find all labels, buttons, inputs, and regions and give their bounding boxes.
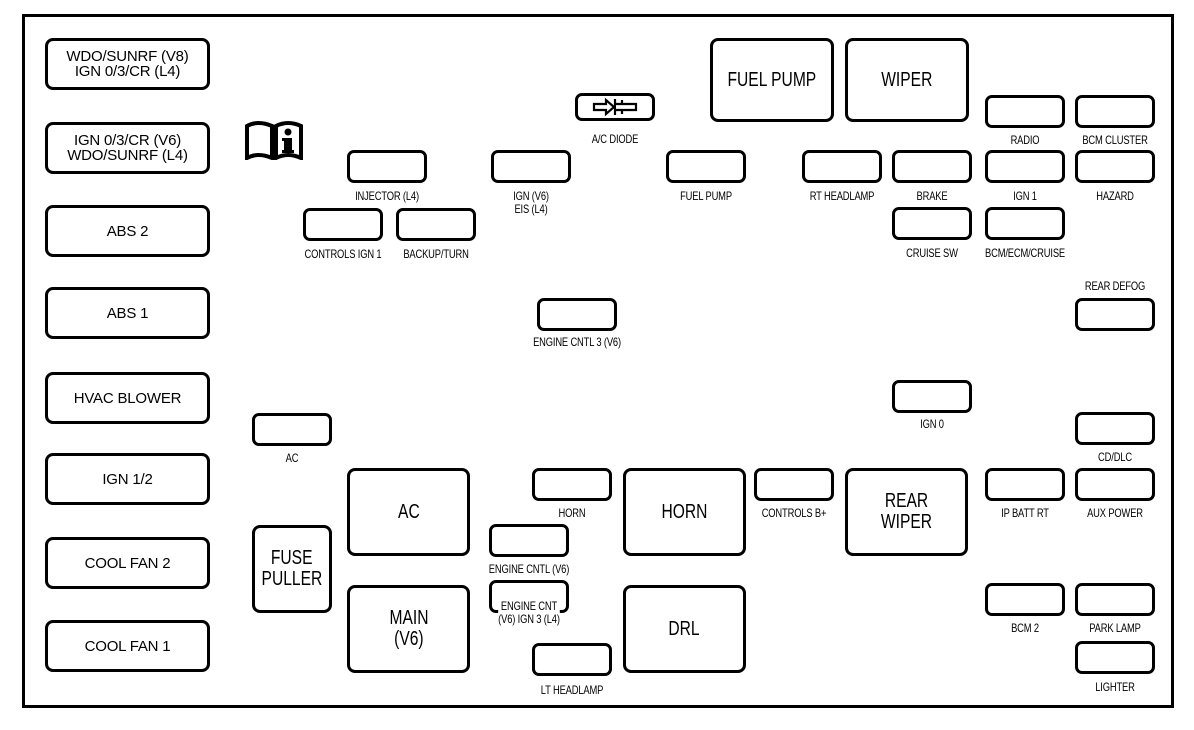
maxi-fuse-wdo-sunrf-v8[interactable]: WDO/SUNRF (V8) IGN 0/3/CR (L4) [45, 38, 210, 90]
mini-fuse-engine-cntl-3-v6[interactable] [537, 298, 617, 331]
mini-fuse-ac[interactable] [252, 413, 332, 446]
mini-fuse-label: CONTROLS IGN 1 [304, 247, 382, 261]
relay-ac[interactable]: AC [347, 468, 470, 556]
mini-fuse-label: IGN 1 [1013, 189, 1037, 203]
mini-fuse-backup-turn[interactable] [396, 208, 476, 241]
fuse-label: ABS 1 [106, 304, 149, 322]
mini-fuse-brake[interactable] [892, 150, 972, 183]
mini-fuse-bcm-cluster[interactable] [1075, 95, 1155, 128]
mini-fuse-aux-power[interactable] [1075, 468, 1155, 501]
diode-symbol-icon [592, 97, 638, 117]
mini-fuse-rt-headlamp[interactable] [802, 150, 882, 183]
mini-fuse-label: A/C DIODE [591, 132, 639, 146]
mini-fuse-label-line: (V6) IGN 3 (L4) [498, 612, 560, 626]
relay-label: AC [397, 500, 420, 523]
mini-fuse-label: RT HEADLAMP [809, 189, 875, 203]
maxi-fuse-abs-2[interactable]: ABS 2 [45, 205, 210, 257]
fuse-label-line: IGN 0/3/CR (L4) [74, 63, 181, 80]
mini-fuse-label: BCM 2 [1011, 621, 1039, 635]
mini-fuse-label: CRUISE SW [906, 246, 958, 260]
fuse-label-line: IGN 0/3/CR (V6) [73, 132, 182, 149]
mini-fuse-bcm-2[interactable] [985, 583, 1065, 616]
relay-label: HORN [661, 500, 708, 523]
mini-fuse-cd-dlc[interactable] [1075, 412, 1155, 445]
relay-horn[interactable]: HORN [623, 468, 746, 556]
relay-label-line: (V6) [393, 628, 424, 650]
relay-main-v6[interactable]: MAIN (V6) [347, 585, 470, 673]
mini-fuse-label: BACKUP/TURN [403, 247, 469, 261]
fuse-puller-label-line: FUSE [271, 547, 313, 569]
maxi-fuse-abs-1[interactable]: ABS 1 [45, 287, 210, 339]
mini-fuse-label: IGN 0 [920, 417, 944, 431]
mini-fuse-label: ENGINE CNTL (V6) [488, 562, 570, 576]
relay-drl[interactable]: DRL [623, 585, 746, 673]
mini-fuse-horn[interactable] [532, 468, 612, 501]
mini-fuse-label: ENGINE CNTL 3 (V6) [533, 335, 621, 349]
maxi-fuse-cool-fan-1[interactable]: COOL FAN 1 [45, 620, 210, 672]
maxi-fuse-ign-1-2[interactable]: IGN 1/2 [45, 453, 210, 505]
fuse-label: HVAC BLOWER [73, 389, 182, 407]
mini-fuse-rear-defog[interactable] [1075, 298, 1155, 331]
mini-fuse-label: PARK LAMP [1089, 621, 1141, 635]
relay-wiper[interactable]: WIPER [845, 38, 969, 122]
mini-fuse-fuel-pump[interactable] [666, 150, 746, 183]
owner-manual-info-icon [245, 121, 303, 160]
fuse-label: ABS 2 [106, 222, 149, 240]
maxi-fuse-cool-fan-2[interactable]: COOL FAN 2 [45, 537, 210, 589]
mini-fuse-controls-ign1[interactable] [303, 208, 383, 241]
mini-fuse-label: AUX POWER [1087, 506, 1143, 520]
fuse-label-line: WDO/SUNRF (L4) [67, 147, 188, 164]
fuse-label-line: WDO/SUNRF (V8) [66, 48, 189, 65]
mini-fuse-radio[interactable] [985, 95, 1065, 128]
mini-fuse-park-lamp[interactable] [1075, 583, 1155, 616]
mini-fuse-label: LT HEADLAMP [540, 683, 604, 697]
relay-label: REAR WIPER [880, 490, 933, 533]
mini-fuse-label-line: EIS (L4) [514, 202, 548, 216]
mini-fuse-hazard[interactable] [1075, 150, 1155, 183]
mini-fuse-ign-0[interactable] [892, 380, 972, 413]
mini-fuse-label: FUEL PUMP [680, 189, 732, 203]
mini-fuse-ign-1[interactable] [985, 150, 1065, 183]
ac-diode[interactable] [575, 93, 655, 121]
relay-label: WIPER [881, 68, 933, 91]
mini-fuse-label: BCM/ECM/CRUISE [985, 246, 1065, 260]
mini-fuse-lt-headlamp[interactable] [532, 643, 612, 676]
relay-label-line: MAIN [389, 607, 428, 629]
mini-fuse-cruise-sw[interactable] [892, 207, 972, 240]
fuse-puller[interactable]: FUSE PULLER [252, 525, 332, 613]
mini-fuse-engine-cntl-v6[interactable] [489, 524, 569, 557]
mini-fuse-label: CONTROLS B+ [761, 506, 827, 520]
mini-fuse-bcm-ecm-cruise[interactable] [985, 207, 1065, 240]
mini-fuse-label: RADIO [1010, 133, 1040, 147]
mini-fuse-label: ENGINE CNT (V6) IGN 3 (L4) [498, 600, 560, 626]
relay-label: DRL [668, 617, 701, 640]
relay-label: FUEL PUMP [727, 68, 817, 91]
fuse-label: IGN 1/2 [102, 470, 153, 488]
relay-rear-wiper[interactable]: REAR WIPER [845, 468, 968, 556]
mini-fuse-label: HORN [558, 506, 586, 520]
mini-fuse-label: REAR DEFOG [1084, 279, 1146, 293]
mini-fuse-ip-batt-rt[interactable] [985, 468, 1065, 501]
maxi-fuse-hvac-blower[interactable]: HVAC BLOWER [45, 372, 210, 424]
mini-fuse-label: IP BATT RT [1001, 506, 1049, 520]
mini-fuse-label: IGN (V6) EIS (L4) [513, 190, 549, 216]
fuse-puller-label-line: PULLER [261, 568, 323, 590]
mini-fuse-ign-v6-eis-l4[interactable] [491, 150, 571, 183]
mini-fuse-lighter[interactable] [1075, 641, 1155, 674]
mini-fuse-injector-l4[interactable] [347, 150, 427, 183]
mini-fuse-label: INJECTOR (L4) [355, 189, 419, 203]
mini-fuse-label: HAZARD [1096, 189, 1134, 203]
mini-fuse-label: BRAKE [916, 189, 948, 203]
mini-fuse-label: CD/DLC [1098, 450, 1132, 464]
mini-fuse-controls-b-plus[interactable] [754, 468, 834, 501]
relay-fuel-pump[interactable]: FUEL PUMP [710, 38, 834, 122]
fuse-label: COOL FAN 1 [84, 637, 171, 655]
maxi-fuse-ign-03cr-v6[interactable]: IGN 0/3/CR (V6) WDO/SUNRF (L4) [45, 122, 210, 174]
mini-fuse-label: LIGHTER [1095, 680, 1135, 694]
mini-fuse-label: BCM CLUSTER [1082, 133, 1148, 147]
fuse-label: COOL FAN 2 [84, 554, 171, 572]
mini-fuse-label: AC [285, 451, 299, 465]
